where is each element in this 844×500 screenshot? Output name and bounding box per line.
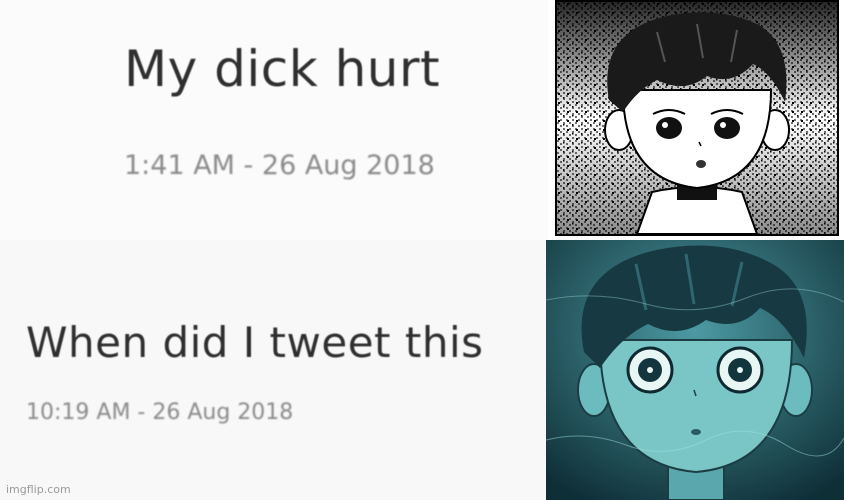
calm-face-drawing	[557, 2, 837, 234]
watermark-text: imgflip.com	[6, 483, 71, 496]
tweet-panel-bottom: When did I tweet this 10:19 AM - 26 Aug …	[0, 240, 548, 500]
shocked-face-drawing	[546, 240, 844, 500]
tweet-timestamp: 10:19 AM - 26 Aug 2018	[26, 400, 294, 425]
tweet-timestamp: 1:41 AM - 26 Aug 2018	[124, 150, 435, 181]
shocked-face-image	[546, 240, 844, 500]
tweet-panel-top: My dick hurt 1:41 AM - 26 Aug 2018	[0, 0, 548, 240]
tweet-text: When did I tweet this	[26, 318, 484, 367]
tweet-text: My dick hurt	[124, 40, 441, 98]
calm-face-image	[555, 0, 839, 236]
